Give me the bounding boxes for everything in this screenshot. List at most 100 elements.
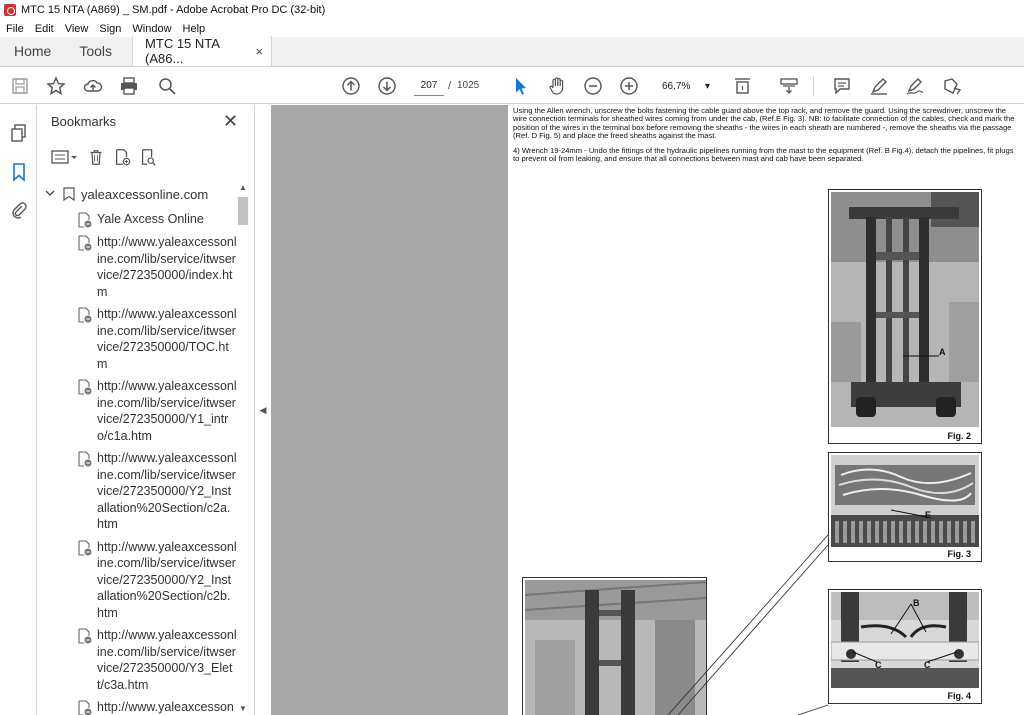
page-fit-icon[interactable] bbox=[733, 76, 753, 96]
page-total: 1025 bbox=[457, 80, 480, 91]
hydraulic-fittings-photo bbox=[831, 592, 979, 688]
menu-view[interactable]: View bbox=[65, 23, 89, 35]
bookmark-item-label: http://www.yaleaxcessonline.com/lib/serv… bbox=[97, 235, 237, 299]
figure-2: A Fig. 2 bbox=[828, 189, 982, 444]
bookmark-item-label: Yale Axcess Online bbox=[97, 212, 204, 226]
bookmark-item[interactable]: http://www.yaleaxcessonline.com/lib/serv… bbox=[37, 450, 237, 533]
sign-icon[interactable] bbox=[905, 76, 925, 96]
toolbar-divider bbox=[813, 76, 814, 96]
callout-label: B bbox=[913, 598, 920, 608]
zoom-dropdown[interactable]: 66.7% ▾ bbox=[656, 76, 714, 96]
mast-photo bbox=[831, 192, 979, 427]
select-cursor-icon[interactable] bbox=[511, 76, 531, 96]
menu-help[interactable]: Help bbox=[183, 23, 206, 35]
callout-label: C bbox=[875, 660, 882, 670]
figure-caption: Fig. 2 bbox=[947, 431, 971, 441]
star-icon[interactable] bbox=[46, 76, 66, 96]
bookmark-item[interactable]: http://www.yaleaxcessonline.com/lib/serv… bbox=[37, 234, 237, 300]
bookmark-icon bbox=[63, 187, 75, 202]
bookmark-item[interactable]: http://www.yaleaxcessonline.com/lib/serv… bbox=[37, 539, 237, 622]
bookmarks-tree: yaleaxcessonline.com Yale Axcess Online … bbox=[37, 181, 237, 715]
scrollbar-thumb[interactable] bbox=[238, 197, 248, 225]
menu-file[interactable]: File bbox=[6, 23, 24, 35]
tab-document[interactable]: MTC 15 NTA (A86... × bbox=[132, 36, 273, 66]
bookmarks-scrollbar[interactable]: ▲ ▼ bbox=[237, 181, 249, 715]
search-icon[interactable] bbox=[157, 76, 177, 96]
bookmarks-panel: Bookmarks ✕ yaleaxcessonline.com Yale Ax… bbox=[37, 105, 255, 715]
callout-label: E bbox=[925, 510, 932, 520]
page-bookmark-icon bbox=[77, 235, 93, 251]
page-text: Using the Allen wrench, unscrew the bolt… bbox=[513, 106, 1015, 171]
print-icon[interactable] bbox=[119, 76, 139, 96]
window-title: MTC 15 NTA (A869) _ SM.pdf - Adobe Acrob… bbox=[21, 4, 326, 16]
bookmark-item[interactable]: http://www.yaleaxcessonline.com/lib/serv… bbox=[37, 627, 237, 693]
find-bookmark-icon[interactable] bbox=[137, 147, 159, 167]
callout-label: C bbox=[924, 660, 931, 670]
tab-tools[interactable]: Tools bbox=[65, 36, 126, 66]
menu-edit[interactable]: Edit bbox=[35, 23, 54, 35]
scroll-mode-icon[interactable] bbox=[779, 76, 799, 96]
next-page-icon[interactable] bbox=[377, 76, 397, 96]
bookmark-item-label: http://www.yaleaxcessonline.com/lib/serv… bbox=[97, 628, 237, 692]
scroll-up-icon[interactable]: ▲ bbox=[239, 183, 247, 192]
bookmark-item-label: http://www.yaleaxcessonline.com/lib/serv… bbox=[97, 451, 237, 531]
previous-page-icon[interactable] bbox=[341, 76, 361, 96]
figure-caption: Fig. 4 bbox=[947, 691, 971, 701]
bookmark-item[interactable]: Yale Axcess Online bbox=[37, 211, 237, 228]
bookmark-icon[interactable] bbox=[9, 162, 29, 182]
page-bookmark-icon bbox=[77, 379, 93, 395]
bookmark-root[interactable]: yaleaxcessonline.com bbox=[37, 181, 237, 207]
page-bookmark-icon bbox=[77, 700, 93, 715]
zoom-out-icon[interactable] bbox=[583, 76, 603, 96]
page-bookmark-icon bbox=[77, 307, 93, 323]
chevron-down-icon[interactable] bbox=[45, 188, 59, 201]
bookmark-item-label: http://www.yaleaxcessonline.com/lib/serv… bbox=[97, 539, 237, 620]
main-toolbar: 207 / 1025 66.7% ▾ bbox=[0, 68, 1024, 104]
figure-caption: Fig. 3 bbox=[947, 549, 971, 559]
new-bookmark-icon[interactable] bbox=[111, 147, 133, 167]
paragraph: Using the Allen wrench, unscrew the bolt… bbox=[513, 106, 1015, 140]
comment-icon[interactable] bbox=[832, 76, 852, 96]
bookmark-item-label: http://www.yaleaxcessonline.com/lib/serv… bbox=[97, 379, 237, 443]
bookmark-item-label: http://www.yaleaxcesson bbox=[97, 700, 234, 714]
page-separator: / bbox=[448, 80, 452, 92]
delete-bookmark-icon[interactable] bbox=[85, 147, 107, 167]
document-viewer: ◀ Using the Allen wrench, unscrew the bo… bbox=[255, 105, 1024, 715]
acrobat-app-icon bbox=[4, 4, 16, 16]
attachment-icon[interactable] bbox=[9, 200, 29, 220]
page-bookmark-icon bbox=[77, 212, 93, 228]
collapse-panel-icon[interactable]: ◀ bbox=[255, 105, 271, 715]
zoom-in-icon[interactable] bbox=[619, 76, 639, 96]
menu-sign[interactable]: Sign bbox=[99, 23, 121, 35]
menu-window[interactable]: Window bbox=[132, 23, 171, 35]
bookmark-item-label: http://www.yaleaxcessonline.com/lib/serv… bbox=[97, 307, 237, 371]
scroll-down-icon[interactable]: ▼ bbox=[239, 704, 247, 713]
page-bookmark-icon bbox=[77, 628, 93, 644]
bookmark-options-icon[interactable] bbox=[49, 147, 81, 167]
cloud-upload-icon[interactable] bbox=[83, 76, 103, 96]
page-number-input[interactable]: 207 bbox=[414, 76, 444, 96]
zoom-value: 66.7% bbox=[662, 80, 691, 92]
document-tab-label: MTC 15 NTA (A86... bbox=[145, 36, 220, 66]
callout-label: A bbox=[939, 347, 946, 357]
pdf-page: Using the Allen wrench, unscrew the bolt… bbox=[508, 105, 1024, 715]
page-bookmark-icon bbox=[77, 451, 93, 467]
figure-3: E Fig. 3 bbox=[828, 452, 982, 562]
navigation-rail bbox=[0, 105, 37, 715]
page-thumbnails-icon[interactable] bbox=[9, 123, 29, 143]
hand-tool-icon[interactable] bbox=[547, 76, 567, 96]
close-tab-icon[interactable]: × bbox=[255, 44, 263, 59]
redact-tool-icon[interactable] bbox=[942, 76, 962, 96]
bookmark-item[interactable]: http://www.yaleaxcessonline.com/lib/serv… bbox=[37, 378, 237, 444]
warehouse-photo bbox=[525, 580, 706, 715]
bookmark-item[interactable]: http://www.yaleaxcessonline.com/lib/serv… bbox=[37, 306, 237, 372]
menu-bar: File Edit View Sign Window Help bbox=[0, 20, 1024, 37]
save-icon[interactable] bbox=[10, 76, 30, 96]
terminal-box-photo bbox=[831, 455, 979, 547]
close-icon[interactable]: ✕ bbox=[223, 111, 238, 132]
bookmark-item[interactable]: http://www.yaleaxcesson bbox=[37, 699, 237, 715]
tab-home[interactable]: Home bbox=[0, 36, 65, 66]
highlight-pen-icon[interactable] bbox=[869, 76, 889, 96]
bookmarks-toolbar bbox=[49, 147, 163, 167]
figure-mast-overview bbox=[522, 577, 707, 715]
